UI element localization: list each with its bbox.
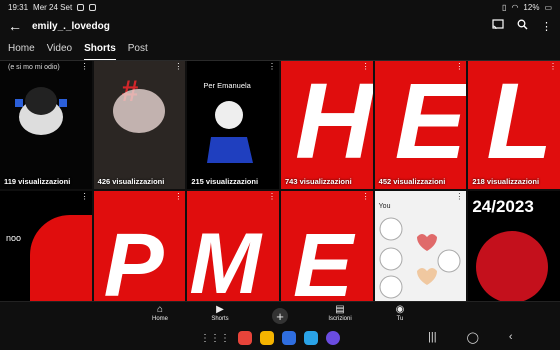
nav-label: Shorts: [211, 316, 229, 322]
short-views: 215 visualizzazioni: [191, 177, 259, 186]
short-caption: 24/2023: [472, 197, 534, 216]
channel-tabs: Home Video Shorts Post: [0, 40, 560, 61]
more-vert-icon[interactable]: ⋮: [268, 192, 276, 201]
short-caption: H: [294, 61, 373, 181]
short-caption: Per Emanuela: [203, 81, 251, 90]
more-vert-icon[interactable]: ⋮: [362, 62, 370, 71]
short-thumbnail[interactable]: H ⋮ 743 visualizzazioni: [280, 61, 373, 189]
short-caption: noo: [6, 233, 22, 243]
tab-video[interactable]: Video: [47, 40, 72, 60]
system-navigation: ⋮⋮⋮ ||| ◯ ‹: [0, 325, 560, 350]
short-caption: P: [103, 216, 164, 303]
tab-shorts[interactable]: Shorts: [84, 40, 116, 61]
short-thumbnail[interactable]: 24/2023: [468, 191, 560, 303]
short-thumbnail[interactable]: E ⋮: [280, 191, 373, 303]
shorts-icon: ▶: [216, 304, 224, 315]
more-vert-icon[interactable]: ⋮: [549, 62, 557, 71]
short-thumbnail[interactable]: You ⋮: [374, 191, 467, 303]
more-vert-icon[interactable]: ⋮: [268, 62, 276, 71]
recents-icon[interactable]: |||: [428, 331, 437, 344]
nav-label: Home: [151, 316, 168, 322]
short-thumbnail[interactable]: # ⋮ 426 visualizzazioni: [93, 61, 186, 189]
channel-name: emily_._lovedog: [32, 20, 110, 32]
short-views: 426 visualizzazioni: [97, 177, 165, 186]
app-bar: ← emily_._lovedog ⋮: [0, 14, 560, 38]
home-icon: ⌂: [156, 304, 164, 315]
app-icon[interactable]: [238, 331, 252, 345]
search-icon[interactable]: [517, 19, 528, 33]
subscriptions-icon: ▤: [335, 304, 345, 315]
short-views: 218 visualizzazioni: [472, 177, 540, 186]
app-drawer-icon[interactable]: ⋮⋮⋮: [200, 333, 230, 344]
more-vert-icon[interactable]: ⋮: [81, 192, 89, 201]
nav-create[interactable]: +: [265, 302, 295, 325]
short-thumbnail[interactable]: M ⋮: [187, 191, 279, 303]
battery-text: 12%: [523, 2, 540, 12]
status-bar: 19:31 Mer 24 Set ▯ ◠ 12% ▭: [0, 0, 560, 14]
status-date: Mer 24 Set: [33, 2, 73, 12]
more-vert-icon[interactable]: ⋮: [174, 192, 182, 201]
you-icon: ◉: [395, 304, 405, 315]
short-caption: (e si mo mi odio): [8, 64, 60, 71]
more-vert-icon[interactable]: ⋮: [174, 62, 182, 71]
more-vert-icon[interactable]: ⋮: [455, 62, 463, 71]
short-thumbnail[interactable]: E ⋮ 452 visualizzazioni: [374, 61, 467, 189]
tab-home[interactable]: Home: [8, 40, 35, 60]
home-button-icon[interactable]: ◯: [467, 331, 479, 344]
back-arrow-icon[interactable]: ←: [8, 18, 26, 34]
short-caption: You: [378, 203, 391, 210]
add-icon: +: [272, 308, 288, 324]
battery-icon: ▭: [544, 2, 552, 12]
cast-icon[interactable]: [492, 19, 504, 33]
short-views: 119 visualizzazioni: [4, 177, 71, 186]
more-vert-icon[interactable]: ⋮: [541, 20, 552, 33]
short-views: 743 visualizzazioni: [284, 177, 352, 186]
nav-you[interactable]: ◉ Tu: [385, 302, 415, 325]
back-icon[interactable]: ‹: [509, 331, 513, 344]
app-icon[interactable]: [260, 331, 274, 345]
app-icon[interactable]: [304, 331, 318, 345]
short-thumbnail[interactable]: P ⋮: [93, 191, 186, 303]
status-time: 19:31: [8, 2, 29, 12]
nav-subscriptions[interactable]: ▤ Iscrizioni: [325, 302, 355, 325]
more-vert-icon[interactable]: ⋮: [455, 192, 463, 201]
thumbnail-art: [476, 231, 549, 303]
character-illustration: [112, 89, 165, 133]
taskbar-dock: ⋮⋮⋮: [200, 331, 340, 345]
short-thumbnail[interactable]: noo ⋮: [0, 191, 92, 303]
nav-label: Tu: [396, 316, 404, 322]
bottom-navigation: ⌂ Home ▶ Shorts + ▤ Iscrizioni ◉ Tu: [0, 301, 560, 325]
short-thumbnail[interactable]: L ⋮ 218 visualizzazioni: [468, 61, 560, 189]
short-thumbnail[interactable]: (e si mo mi odio) ⋮ 119 visualizzazioni: [0, 61, 92, 189]
app-icon[interactable]: [326, 331, 340, 345]
character-illustration: [15, 87, 67, 135]
short-views: 452 visualizzazioni: [378, 177, 446, 186]
short-thumbnail[interactable]: Per Emanuela ⋮ 215 visualizzazioni: [187, 61, 279, 189]
wifi-icon: ◠: [511, 2, 519, 12]
more-vert-icon[interactable]: ⋮: [362, 192, 370, 201]
more-vert-icon[interactable]: ⋮: [81, 62, 89, 71]
short-caption: E: [292, 216, 354, 303]
nav-shorts[interactable]: ▶ Shorts: [205, 302, 235, 325]
character-illustration: [379, 217, 461, 299]
short-caption: E: [394, 61, 467, 181]
tab-post[interactable]: Post: [128, 40, 148, 60]
calendar-app-icon[interactable]: [282, 331, 296, 345]
short-caption: M: [189, 216, 261, 303]
thumbnail-art: [30, 215, 92, 303]
vibrate-icon: ▯: [502, 2, 507, 12]
shorts-grid: (e si mo mi odio) ⋮ 119 visualizzazioni …: [0, 61, 560, 303]
notification-icon: [77, 3, 85, 11]
nav-label: Iscrizioni: [328, 316, 352, 322]
short-caption: L: [486, 61, 553, 181]
character-illustration: [207, 101, 254, 163]
notification-icon: [89, 3, 97, 11]
nav-home[interactable]: ⌂ Home: [145, 302, 175, 325]
